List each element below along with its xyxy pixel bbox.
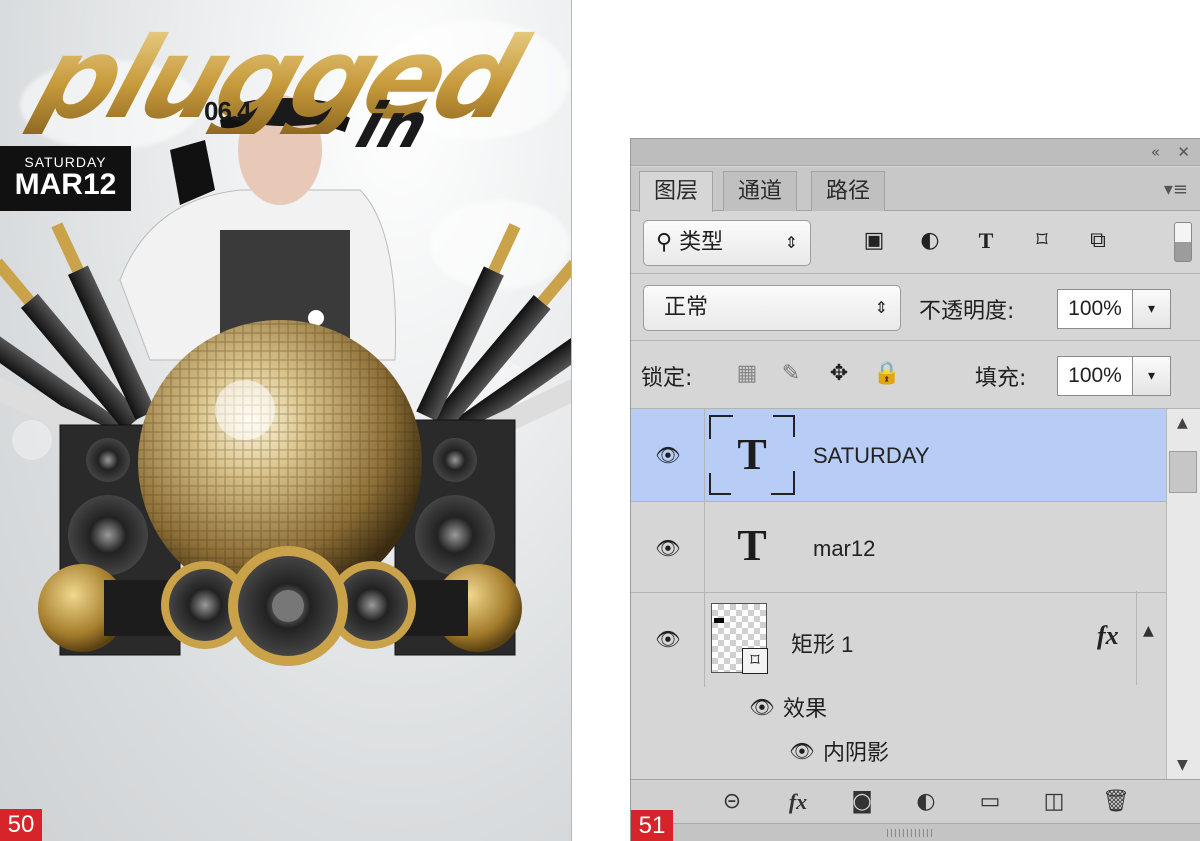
updown-arrow-icon: ⇕ (784, 233, 798, 252)
search-icon: ⚲ (656, 230, 673, 255)
add-mask-icon[interactable]: ◙ (847, 788, 877, 816)
adjustment-filter-icon[interactable]: ◐ (915, 226, 945, 256)
close-icon[interactable]: ✕ (1177, 143, 1190, 161)
poster-date-small: 06.4 (204, 96, 252, 126)
layers-panel: « ✕ 图层 通道 路径 ▾≡ ⚲ 类型 ⇕ ▣ ◐ T ⌑ ⧉ 正常 ⇕ 不透… (630, 138, 1200, 841)
type-glyph: T (737, 430, 767, 479)
visibility-cell: 👁 (631, 502, 705, 592)
scroll-thumb[interactable] (1169, 451, 1197, 493)
effect-name: 内阴影 (823, 741, 890, 766)
tab-paths[interactable]: 路径 (811, 171, 886, 211)
lock-image-icon[interactable]: ✎ (777, 360, 805, 388)
eye-icon[interactable]: 👁 (655, 445, 681, 465)
selection-corner (709, 473, 731, 495)
opacity-dropdown-button[interactable]: ▾ (1133, 289, 1171, 329)
eye-icon[interactable]: 👁 (655, 538, 681, 558)
filter-toggle[interactable] (1174, 222, 1192, 262)
lock-all-icon[interactable]: 🔒 (873, 360, 901, 388)
panel-tabs: 图层 通道 路径 ▾≡ (631, 167, 1200, 212)
layers-scrollbar[interactable]: ▲ ▼ (1166, 409, 1200, 779)
new-group-icon[interactable]: ▭ (975, 788, 1005, 816)
tab-channels[interactable]: 通道 (723, 171, 798, 211)
effect-item-row[interactable]: 👁 内阴影 (631, 735, 1166, 775)
panel-title-bar[interactable]: « ✕ (631, 139, 1200, 166)
opacity-input[interactable]: 100% (1057, 289, 1133, 329)
shape-preview (714, 618, 724, 623)
front-speakers (161, 546, 416, 666)
poster-artwork: plugged in 06.4 SATURDAY MAR12 50 (0, 0, 572, 841)
shape-layer-thumbnail: ⌑ (711, 603, 768, 674)
visibility-cell: 👁 (631, 409, 705, 501)
lock-position-icon[interactable]: ✥ (825, 360, 853, 388)
visibility-cell: 👁 (631, 593, 705, 687)
effects-collapse-control[interactable]: ▲ (1136, 591, 1164, 685)
eye-icon[interactable]: 👁 (789, 741, 815, 761)
layers-list: 👁 T SATURDAY 👁 T mar12 👁 ⌑ 矩形 1 fx 👁 效果 … (631, 409, 1166, 779)
image-filter-icon[interactable]: ▣ (859, 226, 889, 256)
layer-row-mar12[interactable]: 👁 T mar12 (631, 502, 1166, 593)
delete-layer-icon[interactable]: 🗑 (1101, 788, 1131, 816)
tab-layers[interactable]: 图层 (639, 171, 714, 212)
scroll-up-icon[interactable]: ▲ (1177, 415, 1188, 431)
layer-name[interactable]: SATURDAY (813, 443, 930, 469)
blend-mode-select[interactable]: 正常 ⇕ (643, 285, 901, 331)
layer-name[interactable]: 矩形 1 (791, 627, 853, 659)
panel-menu-icon[interactable]: ▾≡ (1164, 179, 1188, 200)
scroll-down-icon[interactable]: ▼ (1177, 757, 1188, 773)
eye-icon[interactable]: 👁 (749, 697, 775, 717)
effects-row[interactable]: 👁 效果 (631, 691, 1166, 731)
smart-object-filter-icon[interactable]: ⧉ (1083, 226, 1113, 256)
lock-row: 锁定: ▦ ✎ ✥ 🔒 填充: 100% ▾ (631, 342, 1200, 409)
blend-row: 正常 ⇕ 不透明度: 100% ▾ (631, 275, 1200, 341)
blend-mode-value: 正常 (664, 295, 709, 320)
layer-row-saturday[interactable]: 👁 T SATURDAY (631, 409, 1166, 502)
link-layers-icon[interactable]: ⊝ (717, 788, 747, 816)
opacity-label: 不透明度: (919, 299, 1015, 324)
date-label: MAR12 (14, 168, 117, 201)
new-adjustment-icon[interactable]: ◐ (911, 788, 941, 816)
layer-style-icon[interactable]: fx (783, 788, 813, 816)
poster-title: plugged (19, 14, 568, 144)
vector-shape-icon: ⌑ (742, 648, 768, 674)
type-filter-icon[interactable]: T (971, 226, 1001, 256)
updown-arrow-icon: ⇕ (874, 298, 888, 317)
fill-label: 填充: (975, 366, 1027, 391)
fill-input[interactable]: 100% (1057, 356, 1133, 396)
fx-icon[interactable]: fx (1097, 621, 1119, 651)
double-chevron-icon[interactable]: « (1151, 143, 1160, 161)
resize-grip[interactable] (631, 823, 1200, 841)
layer-row-rect1[interactable]: 👁 ⌑ 矩形 1 fx (631, 593, 1166, 687)
eye-icon[interactable]: 👁 (655, 629, 681, 649)
figure-number-badge: 51 (631, 810, 673, 841)
new-layer-icon[interactable]: ◫ (1039, 788, 1069, 816)
type-layer-thumbnail: T (707, 413, 797, 497)
panel-bottom-toolbar: ⊝ fx ◙ ◐ ▭ ◫ 🗑 (631, 779, 1200, 823)
figure-number-badge: 50 (0, 809, 42, 841)
collapse-arrow-icon[interactable]: ▲ (1143, 623, 1154, 639)
effects-label: 效果 (783, 697, 828, 722)
date-block: SATURDAY MAR12 (0, 146, 131, 211)
shape-filter-icon[interactable]: ⌑ (1027, 226, 1057, 256)
filter-kind-select[interactable]: ⚲ 类型 ⇕ (643, 220, 811, 266)
filter-row: ⚲ 类型 ⇕ ▣ ◐ T ⌑ ⧉ (631, 212, 1200, 274)
grip-lines (887, 829, 935, 837)
type-glyph: T (737, 521, 767, 570)
fill-dropdown-button[interactable]: ▾ (1133, 356, 1171, 396)
selection-corner (773, 415, 795, 437)
layer-name[interactable]: mar12 (813, 536, 875, 562)
lock-label: 锁定: (641, 366, 693, 391)
filter-kind-label: 类型 (679, 230, 724, 255)
type-layer-thumbnail: T (707, 504, 797, 588)
lock-transparency-icon[interactable]: ▦ (733, 360, 761, 388)
